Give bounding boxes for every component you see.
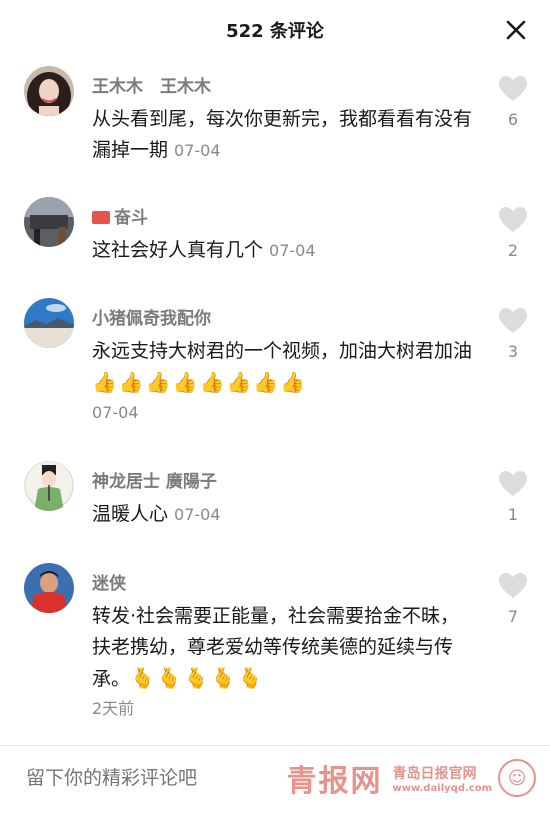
like-count: 3	[507, 342, 519, 361]
like-count: 2	[507, 241, 519, 260]
flag-icon	[92, 211, 110, 224]
avatar[interactable]	[24, 197, 74, 247]
like-count: 6	[507, 110, 519, 129]
like-button[interactable]: 2	[498, 207, 528, 260]
avatar[interactable]	[24, 461, 74, 511]
watermark-info: 青岛日报官网 www.dailyqd.com	[389, 763, 493, 794]
comments-panel: 522 条评论 王木木 王木木 从头看到尾，每次你更新完，我都看看有没有漏掉一期…	[0, 0, 550, 817]
comment-username[interactable]: 神龙居士 廣陽子	[92, 467, 217, 492]
comment-username-text: 奋斗	[114, 208, 148, 228]
comment-text: 转发·社会需要正能量，社会需要拾金不昧，扶老携幼，尊老爱幼等传统美德的延续与传承…	[92, 601, 472, 723]
comment-text: 永远支持大树君的一个视频，加油大树君加油 👍👍👍👍👍👍👍👍 07-04	[92, 336, 472, 427]
heart-icon	[499, 207, 527, 232]
close-icon[interactable]	[504, 18, 528, 42]
comment-date: 07-04	[174, 505, 221, 524]
like-button[interactable]: 3	[498, 308, 528, 361]
watermark-url: www.dailyqd.com	[392, 782, 493, 794]
comment-body: 温暖人心	[92, 503, 169, 525]
comment-text: 从头看到尾，每次你更新完，我都看看有没有漏掉一期 07-04	[92, 104, 472, 166]
comments-header: 522 条评论	[0, 0, 550, 60]
comment-date: 07-04	[174, 141, 221, 160]
comment-username[interactable]: 奋斗	[92, 203, 148, 228]
watermark-logo: 青报网 青岛日报官网 www.dailyqd.com ☺	[286, 756, 536, 800]
comment-text: 温暖人心 07-04	[92, 499, 472, 530]
comment-body: 永远支持大树君的一个视频，加油大树君加油	[92, 340, 473, 362]
comment-date: 07-04	[92, 403, 139, 422]
watermark-sub: 青岛日报官网	[392, 765, 477, 782]
comment-date: 2天前	[92, 699, 135, 718]
comment-input-bar: 青报网 青岛日报官网 www.dailyqd.com ☺	[0, 745, 550, 817]
comment-body: 这社会好人真有几个	[92, 239, 264, 261]
comment-username[interactable]: 小猪佩奇我配你	[92, 304, 211, 329]
comment-body: 从头看到尾，每次你更新完，我都看看有没有漏掉一期	[92, 108, 473, 161]
avatar[interactable]	[24, 66, 74, 116]
like-button[interactable]: 7	[498, 573, 528, 626]
avatar[interactable]	[24, 298, 74, 348]
comment-text: 这社会好人真有几个 07-04	[92, 235, 472, 266]
heart-icon	[499, 308, 527, 333]
smiley-icon: ☺	[498, 759, 536, 797]
comment-username[interactable]: 迷侠	[92, 569, 126, 594]
like-count: 1	[507, 505, 519, 524]
heart-icon	[499, 573, 527, 598]
comments-count-title: 522 条评论	[226, 21, 324, 42]
finger-heart-emoji: 🫰🫰🫰🫰🫰	[130, 666, 265, 690]
comment-input[interactable]	[26, 768, 286, 790]
avatar[interactable]	[24, 563, 74, 613]
watermark-main: 青报网	[286, 764, 383, 799]
like-button[interactable]: 6	[498, 76, 528, 129]
comment-username[interactable]: 王木木 王木木	[92, 72, 211, 97]
like-count: 7	[507, 607, 519, 626]
heart-icon	[499, 471, 527, 496]
heart-icon	[499, 76, 527, 101]
comment-date: 07-04	[269, 241, 316, 260]
like-button[interactable]: 1	[498, 471, 528, 524]
thumbs-up-emoji: 👍👍👍👍👍👍👍👍	[92, 370, 308, 394]
